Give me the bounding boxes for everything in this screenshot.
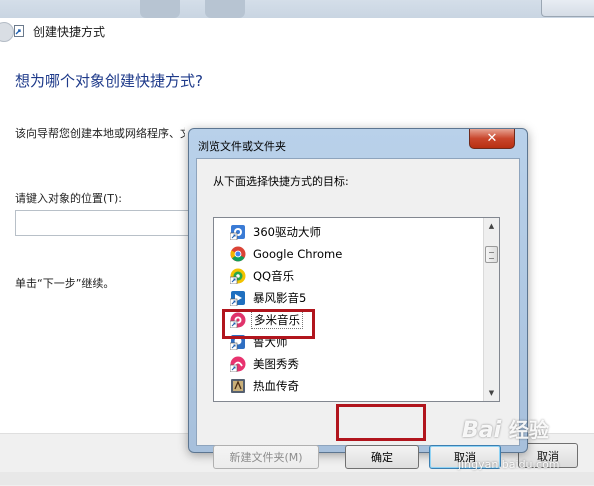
location-label: 请键入对象的位置(T): — [15, 192, 123, 205]
close-icon: ✕ — [486, 131, 498, 146]
tree-item[interactable]: 360驱动大师 — [230, 221, 323, 242]
highlight-ok-button — [336, 404, 426, 441]
dialog-body: 从下面选择快捷方式的目标: 360驱动大师 Google Chrome QQ音乐… — [196, 158, 520, 469]
tree-item-label: 热血传奇 — [253, 378, 299, 393]
new-folder-button[interactable]: 新建文件夹(M) — [213, 445, 319, 469]
wizard-close-button[interactable] — [541, 0, 594, 17]
background-blob — [140, 0, 180, 18]
continue-hint: 单击“下一步”继续。 — [15, 277, 115, 290]
baidu-jingyan-watermark: Bai 经验 jingyan.baidu.com — [440, 412, 590, 482]
chrome-icon — [230, 246, 246, 261]
qq-music-icon — [230, 268, 246, 284]
tree-item-label: QQ音乐 — [253, 268, 295, 283]
location-input[interactable] — [15, 210, 190, 236]
ok-button[interactable]: 确定 — [345, 445, 419, 469]
tree-item-label: Google Chrome — [253, 246, 343, 261]
back-arrow-icon[interactable] — [0, 22, 14, 42]
tree-item-label: 360驱动大师 — [253, 224, 321, 239]
tree-item[interactable]: 热血传奇 — [230, 375, 301, 396]
tree-item[interactable]: QQ音乐 — [230, 265, 296, 286]
tree-item[interactable]: 美图秀秀 — [230, 353, 301, 374]
highlight-selected-item — [222, 309, 315, 339]
dialog-title: 浏览文件或文件夹 — [198, 140, 286, 153]
scroll-thumb[interactable] — [485, 246, 498, 263]
background-blob — [205, 0, 245, 18]
scroll-down-icon[interactable]: ▼ — [484, 385, 499, 401]
dialog-instruction: 从下面选择快捷方式的目标: — [213, 175, 349, 188]
tree-item-label: 暴风影音5 — [253, 290, 307, 305]
wizard-header: 创建快捷方式 — [0, 18, 594, 44]
tree-item[interactable]: Google Chrome — [230, 243, 344, 264]
storm-player-icon — [230, 290, 245, 306]
tree-item[interactable]: 暴风影音5 — [230, 287, 308, 308]
wizard-title: 创建快捷方式 — [33, 25, 106, 39]
watermark-brand-latin: Bai — [462, 418, 502, 443]
scroll-up-icon[interactable]: ▲ — [484, 218, 499, 234]
meitu-icon — [230, 356, 246, 372]
watermark-brand: Bai 经验 — [462, 414, 549, 443]
shortcut-icon — [14, 25, 24, 37]
dialog-close-button[interactable]: ✕ — [469, 129, 515, 149]
legend-game-icon — [231, 378, 245, 393]
tree-item-label: 美图秀秀 — [253, 356, 299, 371]
watermark-brand-cn: 经验 — [508, 418, 549, 442]
taskbar-strip — [0, 0, 594, 18]
tree-scrollbar[interactable]: ▲ ▼ — [483, 218, 499, 401]
wizard-description: 该向导帮您创建本地或网络程序、文件、文件夹、计算机或 Internet 地址的快… — [15, 127, 185, 140]
wizard-heading: 想为哪个对象创建快捷方式? — [15, 72, 203, 90]
watermark-url: jingyan.baidu.com — [458, 458, 560, 471]
shortcut-360-driver-icon — [230, 224, 245, 240]
